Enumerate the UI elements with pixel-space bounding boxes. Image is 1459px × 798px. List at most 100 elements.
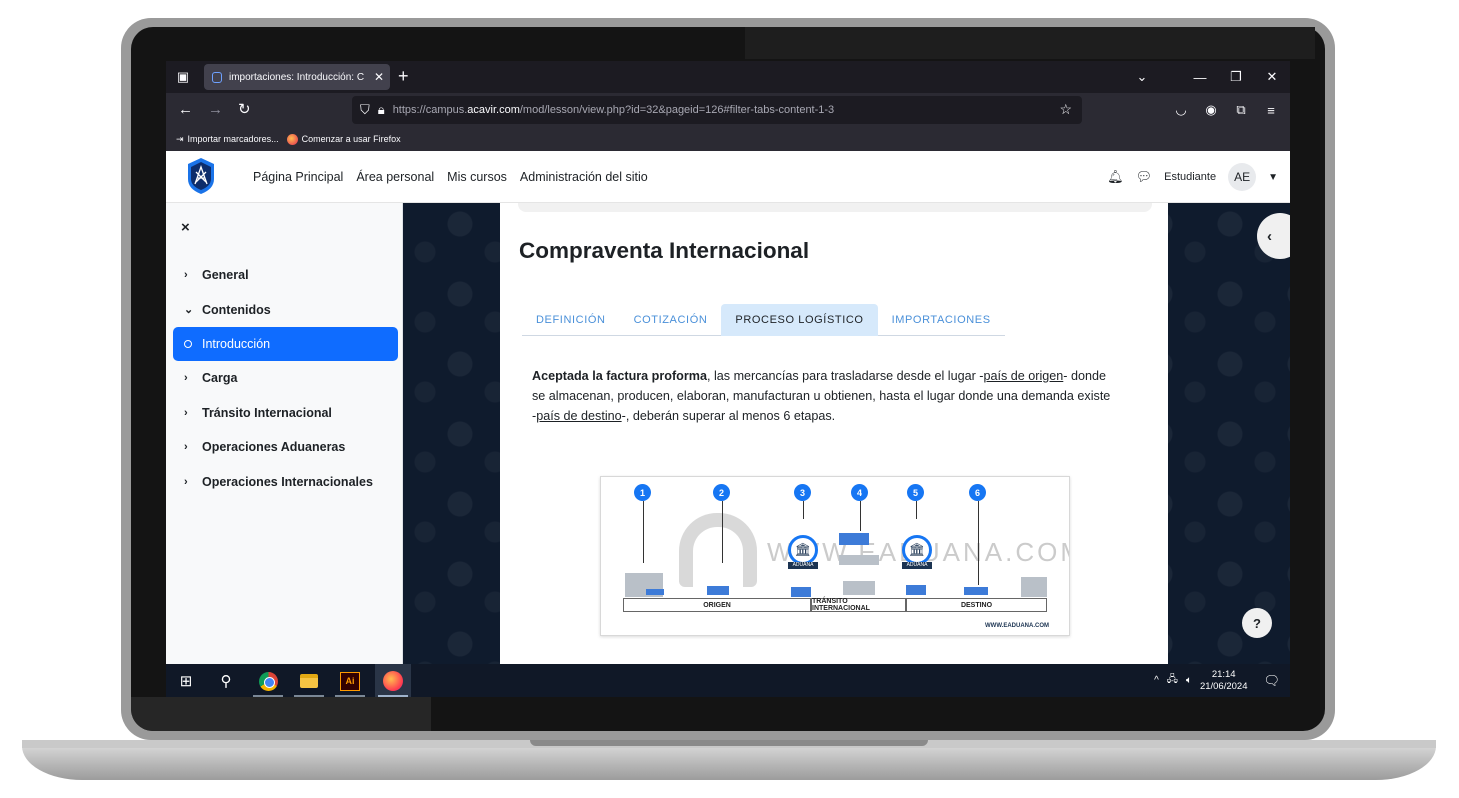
tab-proceso-logistico[interactable]: PROCESO LOGÍSTICO	[721, 304, 878, 336]
bell-icon[interactable]: 🔔︎	[1107, 169, 1124, 185]
close-tab-icon[interactable]: ✕	[374, 70, 384, 84]
close-drawer-icon[interactable]: ×	[181, 219, 190, 236]
browser-navbar: ← → ↻ ⛉ 🔒︎ https://campus.acavir.com/mod…	[166, 93, 1290, 127]
nav-dashboard[interactable]: Área personal	[356, 170, 434, 184]
chevron-up-icon[interactable]: ^	[1154, 675, 1159, 686]
section-label: General	[202, 268, 249, 283]
bookmark-import[interactable]: ⇥ Importar marcadores...	[176, 134, 279, 145]
illustrator-icon[interactable]: Ai	[338, 669, 362, 693]
nav-site-admin[interactable]: Administración del sitio	[520, 170, 648, 184]
site-header: Página Principal Área personal Mis curso…	[166, 151, 1290, 203]
course-section-contenidos[interactable]: ⌄ Contenidos	[173, 292, 398, 326]
search-icon[interactable]: ⚲	[214, 669, 238, 693]
extensions-icon[interactable]: ⧉	[1226, 102, 1256, 118]
section-label: Carga	[202, 371, 238, 386]
item-label: Introducción	[202, 336, 271, 351]
lesson-content: Compraventa Internacional DEFINICIÓN COT…	[500, 203, 1168, 664]
course-section-internacionales[interactable]: › Operaciones Internacionales	[173, 464, 398, 498]
help-button[interactable]: ?	[1242, 608, 1272, 638]
tab-importaciones[interactable]: IMPORTACIONES	[878, 304, 1005, 336]
segment-destination: DESTINO	[906, 598, 1047, 612]
chat-bubble-icon[interactable]: 💬︎	[1136, 169, 1153, 185]
back-arrow-icon[interactable]: ←	[178, 101, 193, 119]
destination-country-term: país de destino	[536, 409, 622, 423]
minimize-button[interactable]: —	[1182, 70, 1218, 85]
course-section-carga[interactable]: › Carga	[173, 361, 398, 395]
bookmark-label: Comenzar a usar Firefox	[301, 134, 401, 144]
course-section-general[interactable]: › General	[173, 258, 398, 292]
clock-date: 21/06/2024	[1199, 680, 1248, 692]
bookmarks-bar: ⇥ Importar marcadores... Comenzar a usar…	[166, 127, 1290, 151]
running-indicator	[294, 695, 324, 697]
user-area: 🔔︎ 💬︎ Estudiante AE ▼	[1107, 151, 1278, 203]
chrome-icon[interactable]	[256, 669, 280, 693]
notifications-icon[interactable]: 🗨︎	[1263, 673, 1280, 689]
step-marker-4: 4	[851, 484, 868, 501]
origin-country-term: país de origen	[983, 369, 1064, 383]
shield-icon[interactable]: ⛉	[360, 102, 370, 118]
list-all-tabs-icon[interactable]: ⌄	[1124, 69, 1160, 85]
course-section-aduaneras[interactable]: › Operaciones Aduaneras	[173, 430, 398, 464]
ship-icon	[843, 581, 875, 595]
marker-line	[722, 501, 723, 563]
url-bar[interactable]: ⛉ 🔒︎ https://campus.acavir.com/mod/lesso…	[352, 96, 1082, 124]
truck-icon	[707, 586, 729, 595]
tab-list-icon[interactable]: ▣	[174, 68, 192, 86]
customs-building-icon: 🏛︎	[788, 535, 818, 565]
running-indicator	[253, 695, 283, 697]
figure-footer: WWW.EADUANA.COM	[985, 623, 1049, 629]
step-marker-2: 2	[713, 484, 730, 501]
new-tab-button[interactable]: +	[398, 67, 409, 85]
volume-icon[interactable]: 🔈︎	[1186, 675, 1192, 686]
avatar[interactable]: AE	[1228, 163, 1257, 191]
customs-tag: ADUANA	[902, 562, 932, 569]
clock-time: 21:14	[1211, 668, 1236, 680]
account-icon[interactable]: ◉	[1196, 102, 1226, 118]
chevron-down-icon: ⌄	[184, 304, 194, 317]
bezel-glare-bottom	[131, 697, 431, 731]
chevron-down-icon[interactable]: ▼	[1268, 172, 1278, 183]
course-item-introduccion[interactable]: Introducción	[173, 326, 398, 362]
tab-cotizacion[interactable]: COTIZACIÓN	[620, 304, 722, 336]
url-text[interactable]: https://campus.acavir.com/mod/lesson/vie…	[393, 104, 835, 116]
nav-home[interactable]: Página Principal	[253, 170, 343, 184]
chevron-right-icon: ›	[184, 441, 188, 454]
forward-arrow-icon[interactable]: →	[208, 101, 223, 119]
pocket-icon[interactable]: ◡	[1166, 102, 1196, 118]
airplane-cargo-icon	[839, 533, 869, 545]
bookmark-firefox[interactable]: Comenzar a usar Firefox	[286, 133, 401, 145]
page-body: × › General ⌄ Contenidos Introducción › …	[166, 203, 1290, 664]
section-label: Operaciones Internacionales	[202, 474, 373, 489]
bookmark-star-icon[interactable]: ☆	[1059, 101, 1072, 118]
chevron-right-icon: ›	[184, 406, 188, 419]
bookmark-label: Importar marcadores...	[187, 134, 279, 144]
tab-definicion[interactable]: DEFINICIÓN	[522, 304, 620, 336]
marker-line	[803, 501, 804, 519]
illustrator-logo: Ai	[340, 671, 360, 691]
site-logo[interactable]	[186, 157, 216, 195]
reload-icon[interactable]: ↻	[238, 101, 251, 119]
file-explorer-icon[interactable]	[297, 669, 321, 693]
segment-origin: ORIGEN	[623, 598, 811, 612]
firefox-taskbar-icon[interactable]	[381, 669, 405, 693]
main-nav: Página Principal Área personal Mis curso…	[253, 151, 648, 203]
clock[interactable]: 21:14 21/06/2024	[1200, 669, 1248, 693]
windows-start-icon[interactable]: ⊞	[174, 669, 198, 693]
restore-button[interactable]: ❐	[1218, 69, 1254, 85]
screen: ▣ importaciones: Introducción: C ✕ + ⌄ —…	[166, 61, 1290, 697]
browser-tab[interactable]: importaciones: Introducción: C ✕	[204, 64, 390, 90]
network-icon[interactable]: 🖧︎	[1167, 672, 1178, 689]
tab-title: importaciones: Introducción: C	[229, 71, 365, 83]
close-window-button[interactable]: ✕	[1254, 69, 1290, 85]
warehouse-icon	[1021, 577, 1047, 597]
nav-my-courses[interactable]: Mis cursos	[447, 170, 507, 184]
firefox-logo	[383, 671, 403, 691]
customs-tag: ADUANA	[788, 562, 818, 569]
firefox-icon	[286, 133, 298, 145]
lock-icon[interactable]: 🔒︎	[378, 102, 385, 118]
course-section-transito[interactable]: › Tránsito Internacional	[173, 396, 398, 430]
menu-icon[interactable]: ≡	[1256, 103, 1286, 118]
windows-taskbar: ⊞ ⚲ Ai ^ 🖧︎ 🔈︎ 21:14 21/06/2024 🗨︎	[166, 664, 1290, 697]
lesson-paragraph: Aceptada la factura proforma, las mercan…	[532, 366, 1112, 426]
moodle-favicon-icon	[212, 71, 222, 83]
